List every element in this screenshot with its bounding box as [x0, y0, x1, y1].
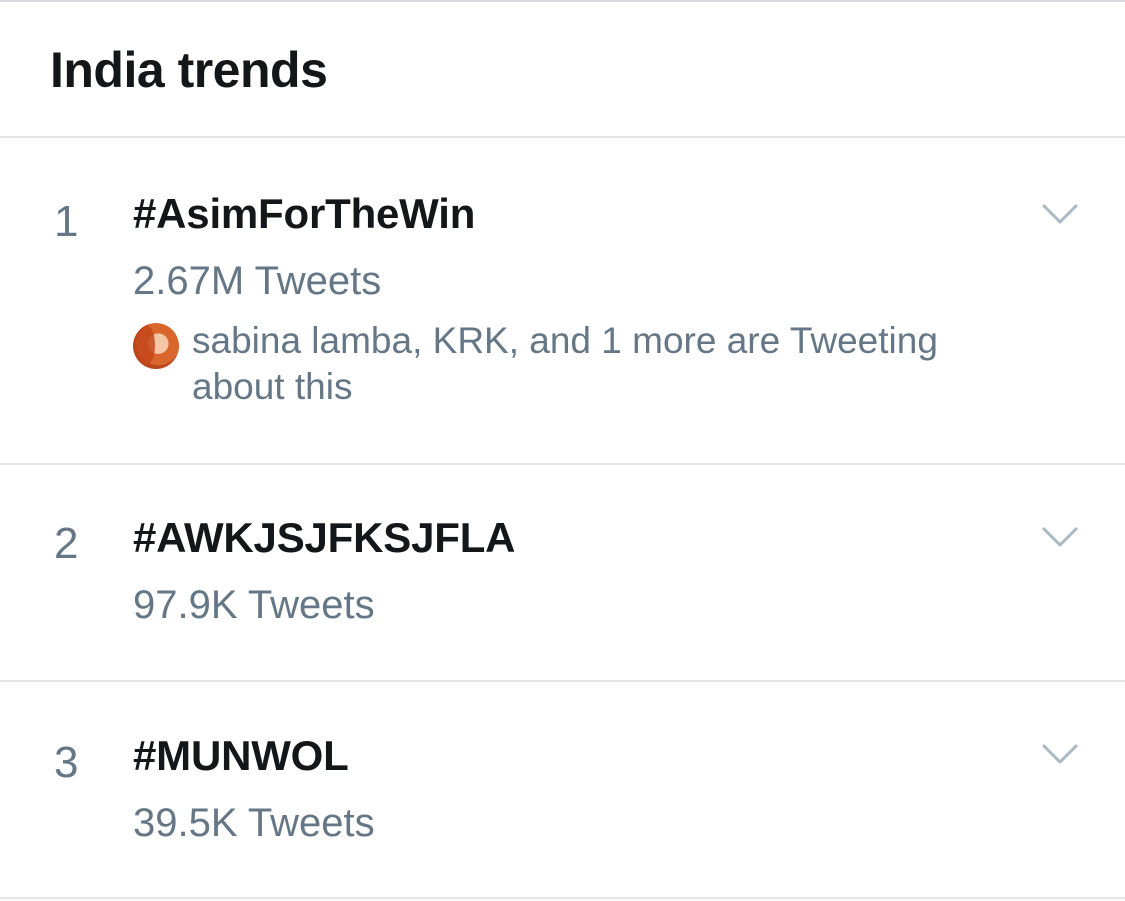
trend-item[interactable]: 1 #AsimForTheWin 2.67M Tweets sabina lam… [0, 138, 1125, 465]
trends-header: India trends [0, 2, 1125, 138]
trend-hashtag[interactable]: #AsimForTheWin [133, 188, 475, 240]
trend-hashtag[interactable]: #MUNWOL [133, 730, 349, 782]
chevron-down-icon[interactable] [1040, 740, 1080, 770]
trend-context: sabina lamba, KRK, and 1 more are Tweeti… [133, 318, 1033, 418]
trend-item[interactable]: 2 #AWKJSJFKSJFLA 97.9K Tweets [0, 465, 1125, 682]
trend-tweet-count: 97.9K Tweets [133, 583, 375, 627]
trend-tweet-count: 39.5K Tweets [133, 801, 375, 845]
trend-rank: 3 [54, 738, 79, 787]
trend-hashtag[interactable]: #AWKJSJFKSJFLA [133, 512, 515, 564]
avatar [133, 323, 179, 369]
chevron-down-icon[interactable] [1040, 200, 1080, 230]
trend-rank: 2 [54, 519, 79, 568]
trend-context-text: sabina lamba, KRK, and 1 more are Tweeti… [192, 320, 938, 407]
trend-rank: 1 [54, 197, 79, 246]
page-title: India trends [50, 42, 328, 98]
chevron-down-icon[interactable] [1040, 523, 1080, 553]
trend-item[interactable]: 3 #MUNWOL 39.5K Tweets [0, 682, 1125, 899]
trend-tweet-count: 2.67M Tweets [133, 259, 382, 303]
